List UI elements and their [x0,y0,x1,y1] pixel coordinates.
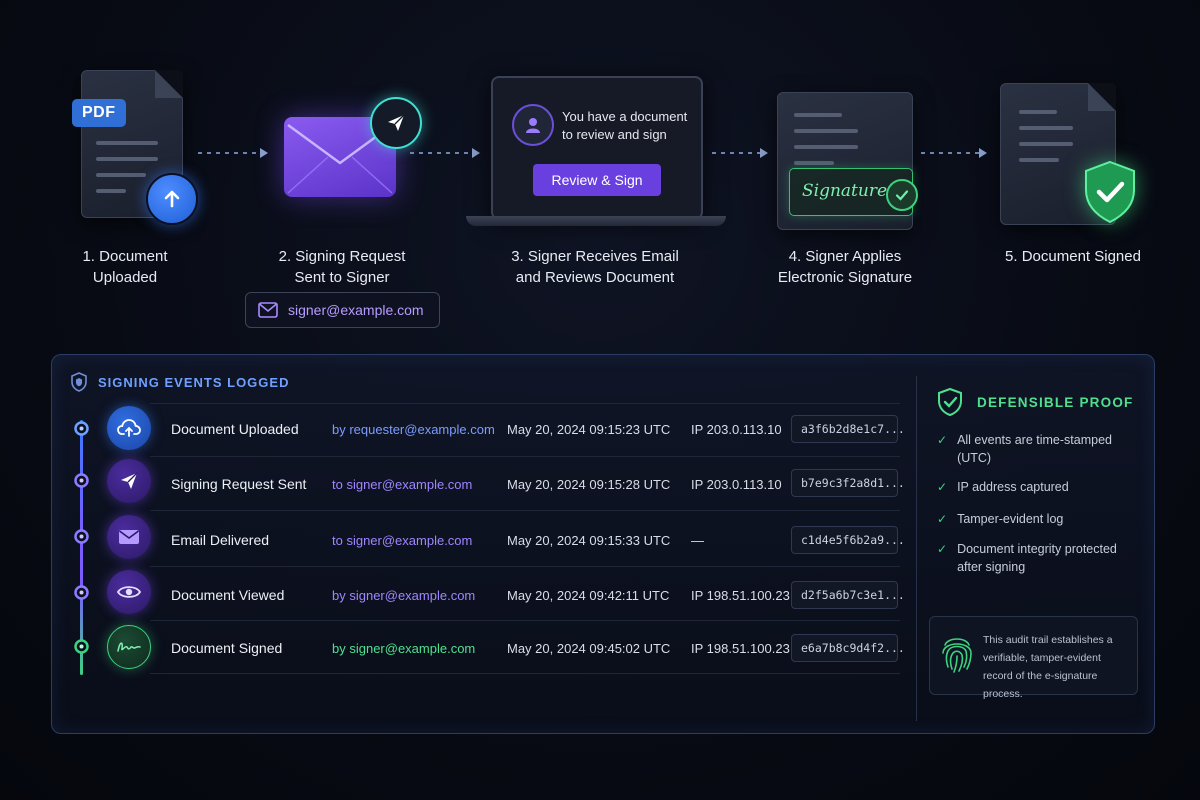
timeline-node [74,473,89,488]
flow-arrow-2 [410,148,482,158]
step-2-label: 2. Signing Request Sent to Signer [278,248,406,286]
shield-check-icon [1085,160,1135,224]
check-icon: ✓ [937,433,948,447]
event-timestamp: May 20, 2024 09:15:23 UTC [507,422,671,437]
flow-arrow-4 [921,148,989,158]
event-timestamp: May 20, 2024 09:15:33 UTC [507,533,671,548]
event-actor: to signer@example.com [332,533,473,548]
audit-trail-note: This audit trail establishes a verifiabl… [929,616,1138,700]
step-3-label: 3. Signer Receives Email and Reviews Doc… [511,248,679,286]
event-name: Document Signed [171,640,283,656]
proof-item: ✓ Tamper-evident log [937,512,1064,526]
mail-icon [258,302,278,318]
event-hash: a3f6b2d8e1c7... [791,415,905,443]
flow-arrow-3 [712,148,770,158]
event-ip: IP 203.0.113.10 [691,422,782,437]
pdf-badge: PDF [72,99,126,127]
upload-arrow-icon [146,173,198,225]
event-actor: by signer@example.com [332,641,476,656]
event-name: Email Delivered [171,532,270,548]
proof-title: DEFENSIBLE PROOF [977,394,1134,410]
check-icon: ✓ [937,512,948,526]
proof-item: ✓ IP address captured [937,480,1069,494]
timeline-rail [80,420,83,675]
fingerprint-icon [942,638,972,673]
event-name: Signing Request Sent [171,476,307,492]
event-hash: e6a7b8c9d4f2... [791,634,905,662]
check-icon: ✓ [937,542,948,556]
event-timestamp: May 20, 2024 09:45:02 UTC [507,641,671,656]
event-ip: IP 198.51.100.23 [691,588,790,603]
user-avatar-icon [512,104,554,146]
timeline-node [74,585,89,600]
proof-item: ✓ All events are time-stamped (UTC) [937,433,1112,465]
event-hash: c1d4e5f6b2a9... [791,526,905,554]
proof-item: ✓ Document integrity protected after sign… [937,542,1117,574]
signature-icon [107,625,151,669]
event-actor: by signer@example.com [332,588,476,603]
event-ip: — [691,533,704,548]
event-actor: by requester@example.com [332,422,495,437]
event-timestamp: May 20, 2024 09:15:28 UTC [507,477,671,492]
cloud-upload-icon [107,406,151,450]
note-text: This audit trail establishes a verifiabl… [983,634,1113,700]
laptop-screen: You have a document to review and sign R… [491,76,703,220]
review-and-sign-button[interactable]: Review & Sign [533,164,661,196]
shield-check-icon [938,387,962,417]
step-5-label: 5. Document Signed [1005,248,1141,265]
event-name: Document Uploaded [171,421,299,437]
check-icon: ✓ [937,480,948,494]
eye-icon [107,570,151,614]
flow-arrow-1 [198,148,270,158]
events-panel-title: SIGNING EVENTS LOGGED [98,374,290,390]
envelope-icon [107,515,151,559]
event-timestamp: May 20, 2024 09:42:11 UTC [507,588,670,603]
timeline-node [74,639,89,654]
laptop-base [466,216,726,226]
timeline-node [74,529,89,544]
event-hash: b7e9c3f2a8d1... [791,469,905,497]
panel-divider [916,376,917,721]
row-divider [150,673,900,675]
proof-header: DEFENSIBLE PROOF [937,387,1133,417]
event-actor: to signer@example.com [332,477,473,492]
events-panel-header: SIGNING EVENTS LOGGED [70,372,289,392]
event-hash: d2f5a6b7c3e1... [791,581,905,609]
notification-text: You have a document to review and sign [562,109,688,142]
shield-icon [71,372,87,392]
event-ip: IP 198.51.100.23 [691,641,790,656]
step-1-label: 1. Document Uploaded [82,248,168,286]
signer-email-text: signer@example.com [288,302,424,318]
signature-script: Signature [802,181,888,201]
check-circle-icon [886,179,918,211]
timeline-node [74,421,89,436]
step-4-label: 4. Signer Applies Electronic Signature [777,248,913,286]
event-ip: IP 203.0.113.10 [691,477,782,492]
signer-email-chip: signer@example.com [245,292,440,328]
send-plane-icon [370,97,422,149]
send-icon [107,459,151,503]
event-name: Document Viewed [171,587,285,603]
